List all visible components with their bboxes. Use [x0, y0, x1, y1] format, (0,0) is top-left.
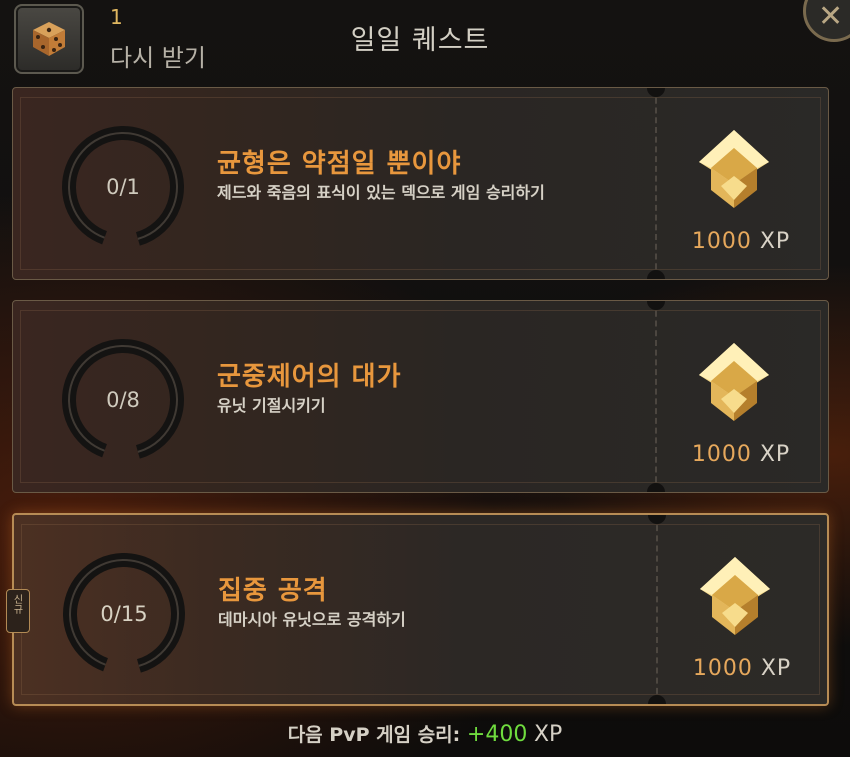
xp-chevron-icon: [700, 557, 770, 635]
reward-value: 1000: [691, 442, 752, 467]
footer-bonus: 다음 PvP 게임 승리: +400 XP: [0, 720, 850, 747]
page-title: 일일 퀘스트: [350, 25, 490, 56]
quest-title: 군중제어의 대가: [217, 362, 402, 392]
card-notch: [648, 695, 666, 704]
quest-title: 집중 공격: [218, 576, 328, 606]
card-notch: [647, 88, 665, 97]
quest-card[interactable]: 0/1 균형은 약점일 뿐이야 제드와 죽음의 표식이 있는 덱으로 게임 승리…: [12, 87, 829, 280]
reroll-count: 1: [110, 5, 123, 29]
footer-bonus-value: +400: [466, 722, 528, 747]
xp-chevron-icon: [699, 343, 769, 421]
header: 1 다시 받기 일일 퀘스트 ✕: [0, 0, 850, 80]
card-divider: [655, 88, 657, 279]
reroll-label[interactable]: 다시 받기: [110, 38, 206, 73]
new-badge-label: 신규: [11, 594, 22, 614]
footer-label: 다음 PvP 게임 승리:: [287, 724, 461, 746]
reward-unit: XP: [759, 229, 791, 254]
quest-card-highlighted[interactable]: 0/15 집중 공격 데마시아 유닛으로 공격하기 1000 XP: [12, 513, 829, 706]
progress-text: 0/15: [100, 602, 148, 626]
reward-xp: 1000 XP: [681, 442, 801, 467]
xp-chevron-icon: [699, 130, 769, 208]
card-notch: [647, 301, 665, 310]
footer-bonus-unit: XP: [533, 722, 563, 747]
dice-icon: [33, 22, 65, 56]
quest-card[interactable]: 0/8 군중제어의 대가 유닛 기절시키기 1000 XP: [12, 300, 829, 493]
close-icon: ✕: [818, 0, 844, 34]
reroll-button[interactable]: [14, 4, 84, 74]
progress-text: 0/1: [106, 175, 140, 199]
card-notch: [647, 270, 665, 279]
card-notch: [647, 483, 665, 492]
reward-value: 1000: [692, 656, 753, 681]
reward-value: 1000: [691, 229, 752, 254]
quest-description: 데마시아 유닛으로 공격하기: [218, 610, 406, 629]
reward-unit: XP: [760, 656, 792, 681]
new-badge-tab[interactable]: 신규: [6, 589, 30, 633]
reward-unit: XP: [759, 442, 791, 467]
quest-description: 유닛 기절시키기: [217, 396, 326, 415]
quest-description: 제드와 죽음의 표식이 있는 덱으로 게임 승리하기: [217, 183, 545, 202]
card-notch: [648, 515, 666, 524]
close-button[interactable]: ✕: [803, 0, 850, 42]
progress-text: 0/8: [106, 388, 140, 412]
card-divider: [655, 301, 657, 492]
reward-xp: 1000 XP: [681, 229, 801, 254]
reward-xp: 1000 XP: [682, 656, 802, 681]
card-divider: [656, 515, 658, 704]
quest-title: 균형은 약점일 뿐이야: [217, 149, 462, 179]
